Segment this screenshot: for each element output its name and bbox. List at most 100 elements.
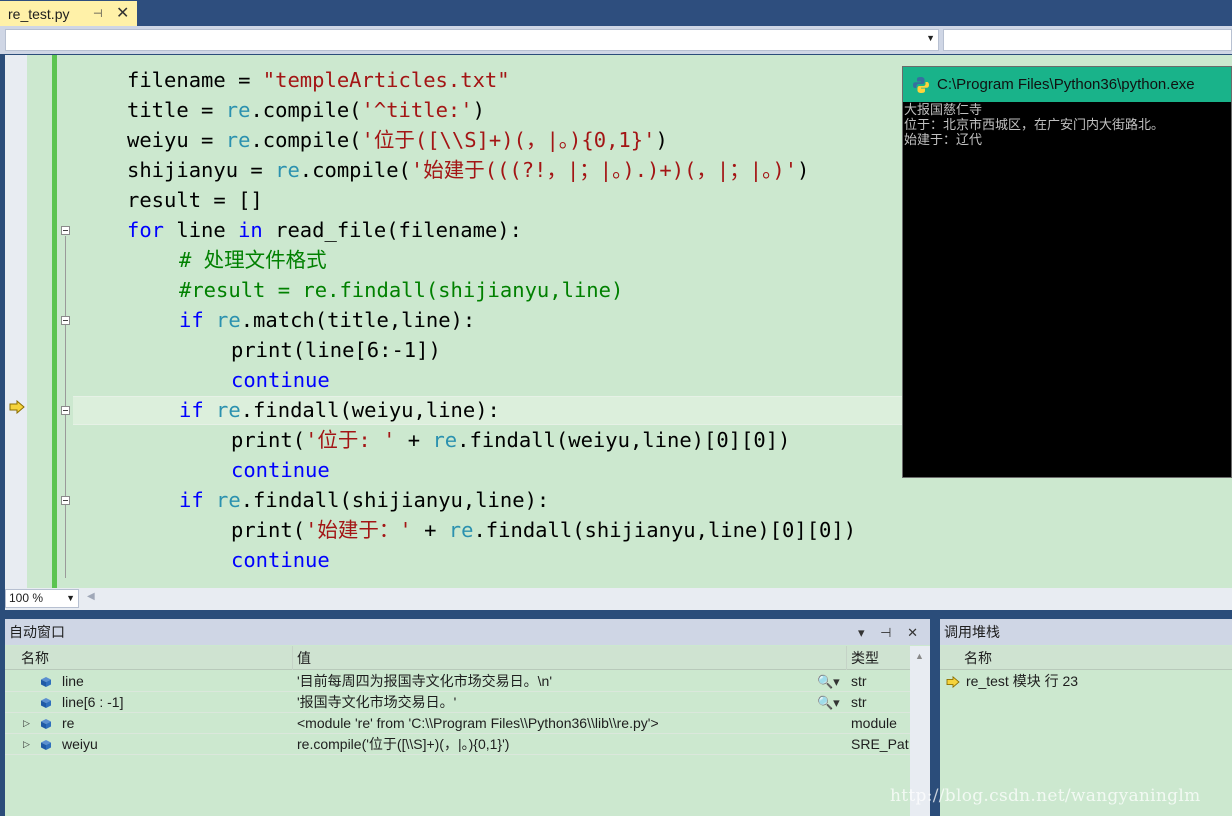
autos-title: 自动窗口 (9, 624, 65, 640)
console-line: 位于：北京市西城区，在广安门内大街路北。 (904, 118, 1165, 133)
scroll-left-icon[interactable]: ◀ (87, 591, 95, 602)
fold-toggle-for[interactable] (61, 226, 70, 235)
expand-icon[interactable]: ▷ (23, 734, 30, 755)
code-line[interactable]: # 处理文件格式 (179, 245, 327, 275)
code-token: + (411, 518, 449, 542)
code-token: for (127, 218, 165, 242)
code-token: re (216, 398, 241, 422)
call-stack-frame-name: re_test 模块 行 23 (966, 673, 1079, 689)
code-line[interactable]: title = re.compile('^title:') (127, 95, 485, 125)
code-line[interactable]: print(line[6:-1]) (231, 335, 441, 365)
current-frame-arrow-icon (946, 676, 960, 688)
field-cube-icon (40, 697, 52, 709)
change-tracking-bar (52, 55, 57, 588)
fold-toggle-if-shijianyu[interactable] (61, 496, 70, 505)
code-token: "templeArticles.txt" (262, 68, 510, 92)
code-token: ) (797, 158, 810, 182)
code-token: .findall(shijianyu,line): (240, 488, 550, 512)
code-token: if (179, 488, 204, 512)
variable-value[interactable]: re.compile('位于([\\S]+)(，|。){0,1}') (297, 734, 812, 754)
code-token: filename = (127, 68, 263, 92)
code-line[interactable]: shijianyu = re.compile('始建于(((?!，|；|。).)… (127, 155, 809, 185)
code-line[interactable]: continue (231, 545, 330, 575)
code-token: '^title:' (361, 98, 473, 122)
scope-dropdown[interactable]: ▼ (5, 29, 939, 51)
tab-strip: re_test.py ⊣ ✕ (0, 0, 1232, 26)
code-line[interactable]: if re.findall(weiyu,line): (179, 395, 500, 425)
code-token: re (275, 158, 300, 182)
code-token: '位于: ' (305, 428, 396, 452)
code-line[interactable]: if re.findall(shijianyu,line): (179, 485, 549, 515)
column-header-type[interactable]: 类型 (847, 646, 910, 670)
console-output: 大报国慈仁寺 位于：北京市西城区，在广安门内大街路北。 始建于：辽代 (904, 103, 1164, 148)
column-header-name[interactable]: 名称 (17, 646, 293, 670)
code-token: print( (231, 428, 306, 452)
autos-row[interactable]: line[6 : -1] '报国寺文化市场交易日。' 🔍▾ str (5, 692, 910, 713)
member-dropdown[interactable] (943, 29, 1232, 51)
code-token: re (225, 128, 251, 152)
code-token: '始建于(((?!，|；|。).)+)(，|；|。)' (410, 158, 798, 182)
console-title-bar[interactable]: C:\Program Files\Python36\python.exe (903, 67, 1231, 102)
variable-type: module (851, 715, 897, 731)
code-token: .match(title,line): (240, 308, 476, 332)
code-line[interactable]: #result = re.findall(shijianyu,line) (179, 275, 623, 305)
autos-window: 自动窗口 ▾ ⊣ ✕ 名称 值 类型 line '目前每周四为报国寺文化市场交易日… (5, 619, 930, 816)
code-token: shijianyu = (127, 158, 276, 182)
autos-title-bar[interactable]: 自动窗口 ▾ ⊣ ✕ (5, 619, 930, 645)
call-stack-title-bar[interactable]: 调用堆栈 (940, 619, 1232, 645)
zoom-dropdown[interactable]: 100 % ▼ (5, 589, 79, 608)
code-line[interactable]: print('始建于：' + re.findall(shijianyu,line… (231, 515, 856, 545)
expand-icon[interactable]: ▷ (23, 713, 30, 734)
variable-type: str (851, 694, 867, 710)
code-line[interactable]: print('位于: ' + re.findall(weiyu,line)[0]… (231, 425, 790, 455)
execution-pointer-icon (9, 400, 25, 414)
code-token: + (395, 428, 433, 452)
variable-value[interactable]: <module 're' from 'C:\\Program Files\\Py… (297, 713, 812, 733)
variable-value[interactable]: '报国寺文化市场交易日。' (297, 692, 812, 712)
code-token: result = [] (127, 188, 263, 212)
code-line[interactable]: filename = "templeArticles.txt" (127, 65, 510, 95)
fold-toggle-if-match[interactable] (61, 316, 70, 325)
console-title: C:\Program Files\Python36\python.exe (937, 76, 1195, 93)
chevron-down-icon[interactable]: ▼ (926, 33, 935, 43)
variable-name: line[6 : -1] (62, 694, 124, 710)
code-token: re (432, 428, 458, 452)
autos-row[interactable]: ▷ weiyu re.compile('位于([\\S]+)(，|。){0,1}')… (5, 734, 910, 755)
code-token: .compile( (250, 98, 362, 122)
code-line[interactable]: weiyu = re.compile('位于([\\S]+)(，|。){0,1}… (127, 125, 668, 155)
indicator-margin[interactable] (5, 55, 27, 588)
scroll-up-icon[interactable]: ▲ (915, 651, 924, 661)
column-header-name[interactable]: 名称 (960, 646, 1232, 670)
call-stack-title: 调用堆栈 (944, 624, 1000, 640)
code-line[interactable]: for line in read_file(filename): (127, 215, 522, 245)
chevron-down-icon[interactable]: ▼ (66, 590, 75, 607)
pin-icon[interactable]: ⊣ (93, 1, 103, 28)
visualizer-search-icon[interactable]: 🔍▾ (817, 692, 840, 713)
autos-row[interactable]: line '目前每周四为报国寺文化市场交易日。\n' 🔍▾ str (5, 671, 910, 692)
panel-tools-icons[interactable]: ▾ ⊣ ✕ (858, 619, 924, 646)
close-icon[interactable]: ✕ (116, 0, 129, 27)
tab-re-test-py[interactable]: re_test.py ⊣ ✕ (0, 1, 137, 26)
code-token: print(line[6:-1]) (231, 338, 441, 362)
variable-name: weiyu (62, 736, 98, 752)
console-window[interactable]: C:\Program Files\Python36\python.exe 大报国… (902, 66, 1232, 478)
variable-value[interactable]: '目前每周四为报国寺文化市场交易日。\n' (297, 671, 812, 691)
autos-row[interactable]: ▷ re <module 're' from 'C:\\Program Files\… (5, 713, 910, 734)
code-line[interactable]: continue (231, 455, 330, 485)
code-token: continue (231, 458, 330, 482)
column-header-value[interactable]: 值 (293, 646, 847, 670)
visualizer-search-icon[interactable]: 🔍▾ (817, 671, 840, 692)
console-line: 大报国慈仁寺 (904, 103, 983, 118)
variable-name: line (62, 673, 84, 689)
code-token: weiyu = (127, 128, 226, 152)
code-line[interactable]: if re.match(title,line): (179, 305, 475, 335)
code-token: .compile( (250, 128, 362, 152)
variable-name: re (62, 715, 75, 731)
python-icon (913, 77, 929, 93)
navigation-bar: ▼ (0, 26, 1232, 54)
code-token: ) (472, 98, 485, 122)
code-line[interactable]: continue (231, 365, 330, 395)
call-stack-row[interactable]: re_test 模块 行 23 (940, 671, 1232, 693)
fold-toggle-if-weiyu[interactable] (61, 406, 70, 415)
code-line[interactable]: result = [] (127, 185, 263, 215)
